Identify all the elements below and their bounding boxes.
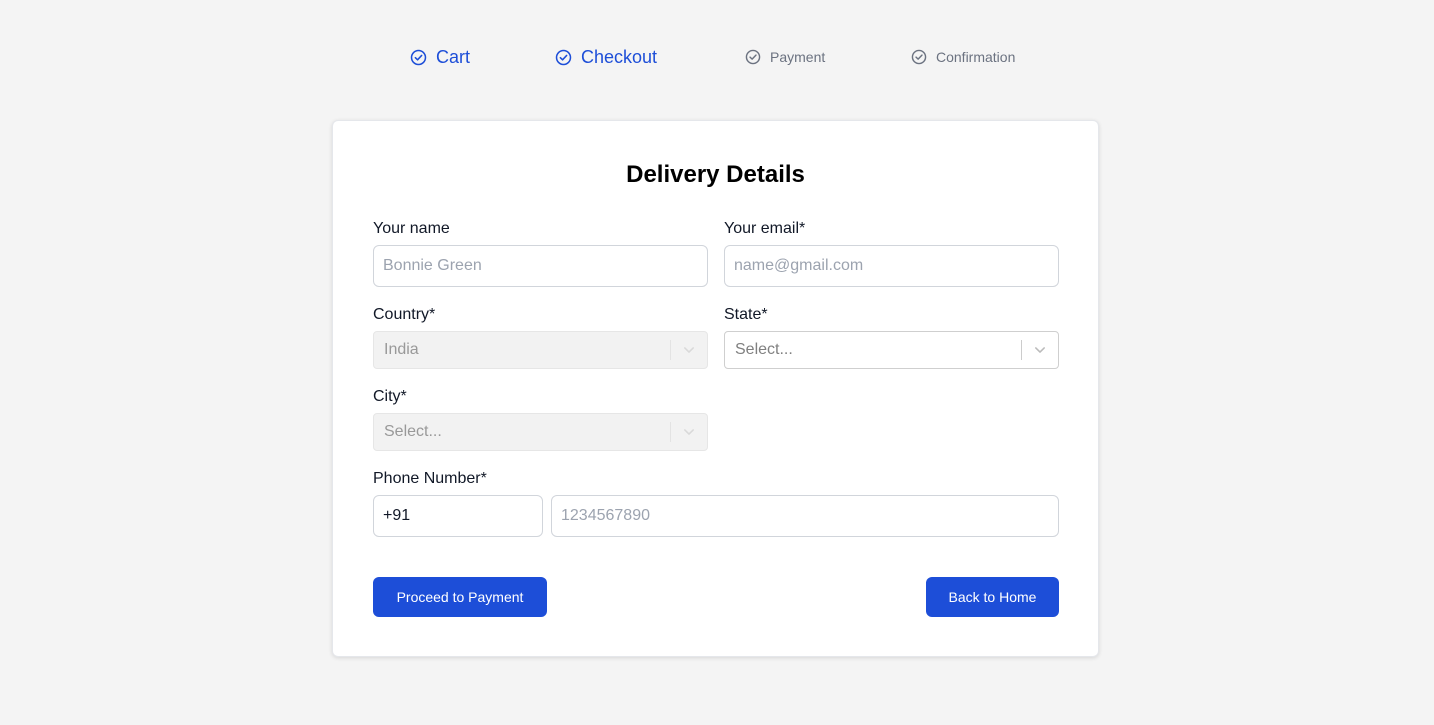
name-input[interactable] [373,245,708,287]
state-select[interactable]: Select... [724,331,1059,369]
email-input[interactable] [724,245,1059,287]
delivery-details-card: Delivery Details Your name Your email* C… [332,120,1099,657]
phone-label: Phone Number* [373,470,487,487]
proceed-to-payment-button[interactable]: Proceed to Payment [373,577,547,617]
phone-number-input[interactable] [551,495,1059,537]
step-checkout[interactable]: Checkout [555,44,657,70]
name-label: Your name [373,220,450,237]
country-select[interactable]: India [373,331,708,369]
email-label: Your email* [724,220,806,237]
step-label: Confirmation [936,49,1016,65]
chevron-down-icon[interactable] [671,332,707,368]
step-label: Payment [770,49,826,65]
step-confirmation[interactable]: Confirmation [911,44,1015,70]
state-select-value: Select... [735,341,793,358]
state-label: State* [724,306,768,323]
phone-country-code-input[interactable] [373,495,543,537]
step-label: Cart [436,46,471,67]
step-cart[interactable]: Cart [410,44,470,70]
city-select[interactable]: Select... [373,413,708,451]
check-circle-icon [911,49,927,65]
country-label: Country* [373,306,436,323]
city-label: City* [373,388,407,405]
country-select-value: India [384,341,419,358]
back-to-home-button[interactable]: Back to Home [926,577,1059,617]
step-label: Checkout [581,46,658,67]
check-circle-icon [745,49,761,65]
form-title: Delivery Details [626,161,805,188]
city-select-value: Select... [384,423,442,440]
chevron-down-icon[interactable] [671,414,707,450]
check-circle-icon [410,49,427,65]
chevron-down-icon[interactable] [1022,332,1058,368]
check-circle-icon [555,49,572,65]
step-payment[interactable]: Payment [745,44,825,70]
checkout-stepper: Cart Checkout Payment Confirmation [0,44,1434,70]
